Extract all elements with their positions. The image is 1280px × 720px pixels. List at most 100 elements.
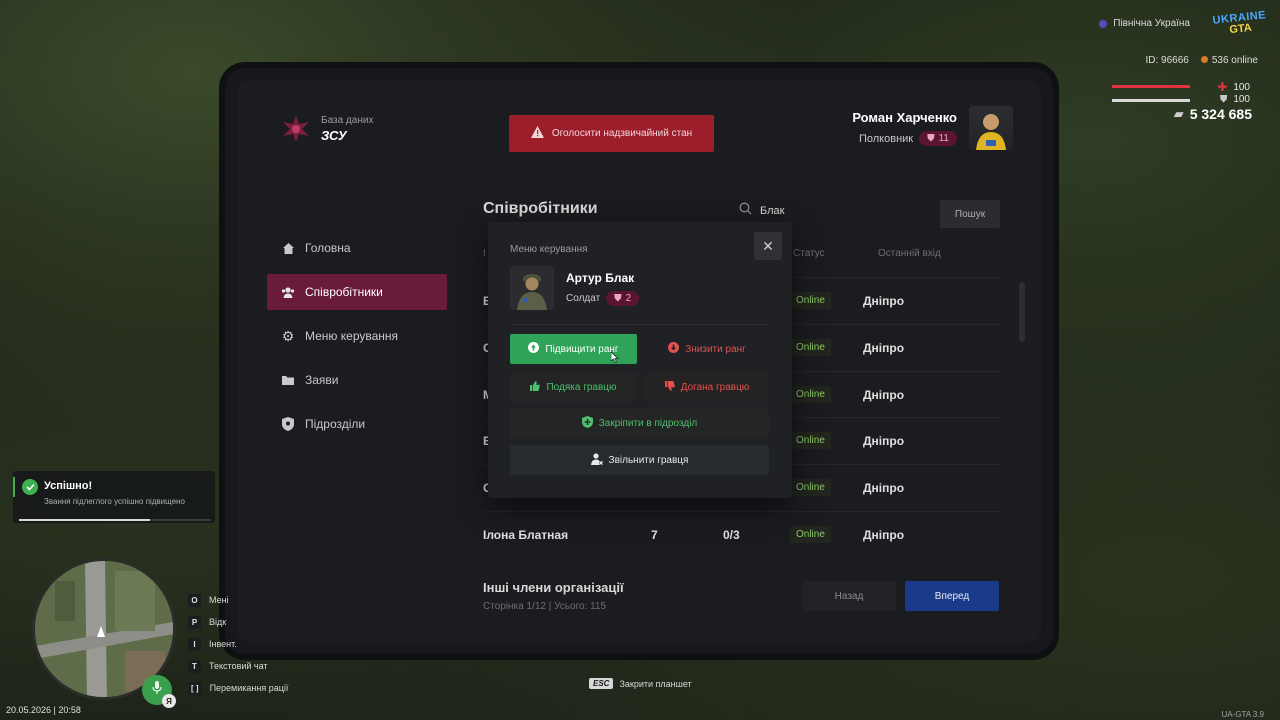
esc-hint: ESC Закрити планшет [589, 678, 692, 689]
shield-icon: ⛊ [614, 292, 622, 304]
search-icon [739, 202, 752, 220]
modal-user-name: Артур Блак [566, 270, 635, 285]
next-button[interactable]: Вперед [905, 581, 999, 611]
brand: База даних ЗСУ [281, 114, 373, 144]
money-icon: ▰ [1173, 106, 1184, 121]
arrow-down-circle-icon [668, 342, 680, 356]
row-last-login: Дніпро [863, 387, 905, 402]
thumbs-down-icon [664, 380, 675, 394]
hotkey-key: T [188, 659, 201, 673]
modal-user-rank-label: Солдат [566, 292, 601, 304]
hud-region: Північна Україна [1099, 18, 1190, 29]
close-icon: ✕ [762, 237, 774, 254]
thumbs-up-icon [530, 380, 541, 394]
row-rank: 7 [651, 527, 658, 542]
list-scrollbar[interactable] [1019, 282, 1025, 342]
shield-icon [281, 417, 295, 431]
hotkey-key: I [188, 637, 201, 651]
status-badge: Online [790, 292, 831, 309]
hotkey-key: P [188, 615, 201, 629]
brand-sub: База даних [321, 115, 374, 126]
hotkey-hint: P Відк [188, 611, 288, 633]
rank-badge: ⛊ 2 [606, 290, 640, 306]
hotkey-label: Інвент. [209, 639, 237, 649]
sidebar-item-applications[interactable]: Заяви [267, 362, 447, 398]
modal-user: Артур Блак Солдат ⛊ 2 [510, 266, 640, 310]
assign-division-button[interactable]: Закріпити в підрозділ [510, 408, 769, 438]
money-readout: ▰ 5 324 685 [1174, 106, 1252, 122]
gear-icon: ⚙ [281, 327, 295, 344]
row-last-login: Дніпро [863, 433, 905, 448]
brand-title: ЗСУ [321, 128, 347, 143]
arrow-up-circle-icon [528, 342, 540, 356]
hotkey-hint: O Мені [188, 589, 288, 611]
table-row[interactable]: Ілона Блатная 7 0/3 Online Дніпро [483, 511, 1003, 557]
row-last-login: Дніпро [863, 340, 905, 355]
health-value: 100 [1233, 81, 1250, 93]
demote-label: Знизити ранг [685, 343, 746, 355]
emergency-label: Оголосити надзвичайний стан [551, 128, 693, 139]
sidebar-item-divisions[interactable]: Підрозділи [267, 406, 447, 442]
rank-badge: ⛊ 11 [919, 131, 957, 146]
profile-avatar[interactable] [969, 106, 1013, 150]
sidebar-item-label: Заяви [305, 373, 339, 387]
status-badge: Online [790, 339, 831, 356]
profile: Роман Харченко Полковник ⛊ 11 [852, 106, 1013, 150]
health-bar [1112, 85, 1190, 88]
sidebar-item-control-menu[interactable]: ⚙ Меню керування [267, 318, 447, 354]
online-count: 536 online [1200, 55, 1258, 66]
status-badge: Online [790, 386, 831, 403]
reprimand-button[interactable]: Догана гравцю [645, 372, 769, 402]
employees-panel: Співробітники Пошук І Статус Останній вх… [483, 200, 1003, 543]
hotkey-hint: [ ] Перемикання рації [188, 677, 288, 699]
logo-line2: GTA [1228, 21, 1253, 37]
warning-icon [530, 126, 544, 141]
status-badge: Online [790, 479, 831, 496]
hotkey-label: Текстовий чат [209, 661, 268, 671]
online-icon [1200, 56, 1208, 63]
date-time: 20.05.2026 | 20:58 [6, 705, 81, 715]
close-button[interactable]: ✕ [754, 232, 782, 260]
profile-name: Роман Харченко [852, 110, 957, 125]
sidebar-item-employees[interactable]: Співробітники [267, 274, 447, 310]
notification-text: Звання підлеглого успішно підвищено [44, 497, 185, 506]
assign-division-label: Закріпити в підрозділ [598, 417, 698, 429]
thanks-button[interactable]: Подяка гравцю [510, 372, 637, 402]
users-icon [281, 285, 295, 299]
column-header-last-login: Останній вхід [878, 248, 941, 259]
back-button[interactable]: Назад [802, 581, 896, 611]
status-badge: Online [790, 432, 831, 449]
armor-bar [1112, 99, 1190, 102]
column-header-status: Статус [793, 248, 825, 259]
armor-bar-fill [1112, 99, 1190, 102]
status-badge: Online [790, 526, 831, 543]
player-id: ID: 96666 [1145, 55, 1189, 66]
notification-accent [13, 477, 15, 497]
check-icon [22, 479, 38, 495]
search-input[interactable] [760, 205, 910, 217]
hud-id-row: ID: 96666 536 online [1145, 55, 1258, 66]
emergency-button[interactable]: Оголосити надзвичайний стан [509, 115, 714, 152]
demote-button[interactable]: Знизити ранг [645, 334, 769, 364]
search-button[interactable]: Пошук [940, 200, 1000, 228]
hotkey-label: Перемикання рації [209, 683, 289, 693]
user-remove-icon [590, 452, 603, 468]
sidebar: Головна Співробітники ⚙ Меню керування З… [267, 230, 447, 450]
other-members-title: Інші члени організації [483, 580, 624, 595]
modal-title: Меню керування [510, 244, 588, 255]
microphone-icon [152, 680, 162, 700]
zsu-emblem-icon [281, 114, 311, 144]
hotkey-label: Мені [209, 595, 229, 605]
row-last-login: Дніпро [863, 480, 905, 495]
success-notification: Успішно! Звання підлеглого успішно підви… [13, 471, 215, 523]
fire-button[interactable]: Звільнити гравця [510, 445, 769, 475]
notification-progress [19, 519, 211, 521]
reprimand-label: Догана гравцю [680, 381, 750, 393]
row-last-login: Дніпро [863, 293, 905, 308]
search-box [739, 202, 910, 220]
esc-key: ESC [589, 678, 614, 689]
version-label: UA-GTA 3.9 [1221, 710, 1264, 719]
sidebar-item-home[interactable]: Головна [267, 230, 447, 266]
shield-icon: ⛊ [927, 133, 935, 144]
sidebar-item-label: Меню керування [305, 329, 399, 343]
